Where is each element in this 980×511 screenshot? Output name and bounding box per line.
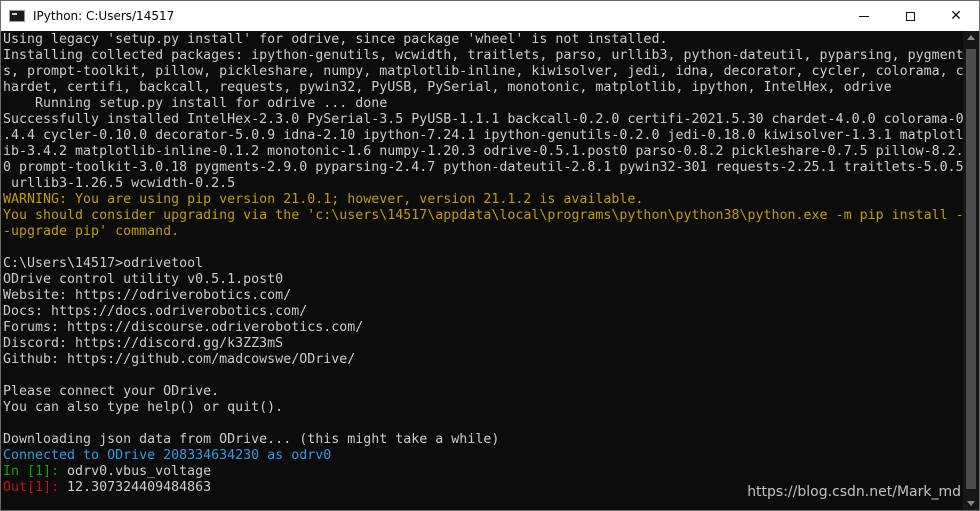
terminal-icon	[9, 10, 25, 22]
vertical-scrollbar[interactable]	[963, 31, 979, 510]
terminal-line: 0 prompt-toolkit-3.0.18 pygments-2.9.0 p…	[3, 160, 963, 175]
terminal-line: Website: https://odriverobotics.com/	[3, 288, 292, 303]
terminal-line: ib-3.4.2 matplotlib-inline-0.1.2 monoton…	[3, 144, 963, 159]
terminal-line: You should consider upgrading via the 'c…	[3, 208, 963, 223]
title-bar[interactable]: IPython: C:Users/14517 ✕	[1, 1, 979, 31]
terminal-line: Connected to ODrive 208334634230 as odrv…	[3, 448, 332, 463]
terminal-line: Successfully installed IntelHex-2.3.0 Py…	[3, 112, 963, 127]
minimize-button[interactable]	[841, 1, 887, 31]
console-window: IPython: C:Users/14517 ✕ Using legacy 's…	[0, 0, 980, 511]
terminal-line: Github: https://github.com/madcowswe/ODr…	[3, 352, 356, 367]
terminal-line: urllib3-1.26.5 wcwidth-0.2.5	[3, 176, 236, 191]
terminal-line: ODrive control utility v0.5.1.post0	[3, 272, 284, 287]
terminal-output[interactable]: Using legacy 'setup.py install' for odri…	[1, 31, 963, 510]
terminal-line: Discord: https://discord.gg/k3ZZ3mS	[3, 336, 284, 351]
scroll-down-arrow-icon[interactable]	[967, 501, 975, 506]
terminal-line: Please connect your ODrive.	[3, 384, 220, 399]
terminal-line: Using legacy 'setup.py install' for odri…	[3, 32, 668, 47]
input-prompt-line: In [1]: odrv0.vbus_voltage	[3, 464, 963, 480]
terminal-line: -upgrade pip' command.	[3, 224, 180, 239]
close-icon: ✕	[950, 8, 962, 24]
maximize-button[interactable]	[887, 1, 933, 31]
input-command: odrv0.vbus_voltage	[59, 464, 212, 479]
close-button[interactable]: ✕	[933, 1, 979, 31]
window-title: IPython: C:Users/14517	[33, 9, 175, 23]
terminal-line: WARNING: You are using pip version 21.0.…	[3, 192, 644, 207]
terminal-line: s, prompt-toolkit, pillow, pickleshare, …	[3, 64, 963, 79]
terminal-line: Docs: https://docs.odriverobotics.com/	[3, 304, 308, 319]
terminal-line: Forums: https://discourse.odriverobotics…	[3, 320, 364, 335]
scroll-up-arrow-icon[interactable]	[967, 35, 975, 40]
output-prompt-label: Out[1]:	[3, 480, 60, 495]
minimize-icon	[859, 15, 869, 17]
terminal-line: Running setup.py install for odrive ... …	[3, 96, 388, 111]
terminal-line: .4.4 cycler-0.10.0 decorator-5.0.9 idna-…	[3, 128, 963, 143]
scrollbar-thumb[interactable]	[966, 49, 976, 489]
terminal-line: hardet, certifi, backcall, requests, pyw…	[3, 80, 892, 95]
watermark-text: https://blog.csdn.net/Mark_md	[747, 484, 961, 500]
terminal-line: Downloading json data from ODrive... (th…	[3, 432, 500, 447]
terminal-line: You can also type help() or quit().	[3, 400, 284, 415]
input-prompt-label: In [1]:	[3, 464, 60, 479]
output-value: 12.307324409484863	[59, 480, 212, 495]
window-controls: ✕	[841, 1, 979, 31]
maximize-icon	[905, 11, 915, 21]
terminal-line: Installing collected packages: ipython-g…	[3, 48, 963, 63]
terminal-line: C:\Users\14517>odrivetool	[3, 256, 204, 271]
